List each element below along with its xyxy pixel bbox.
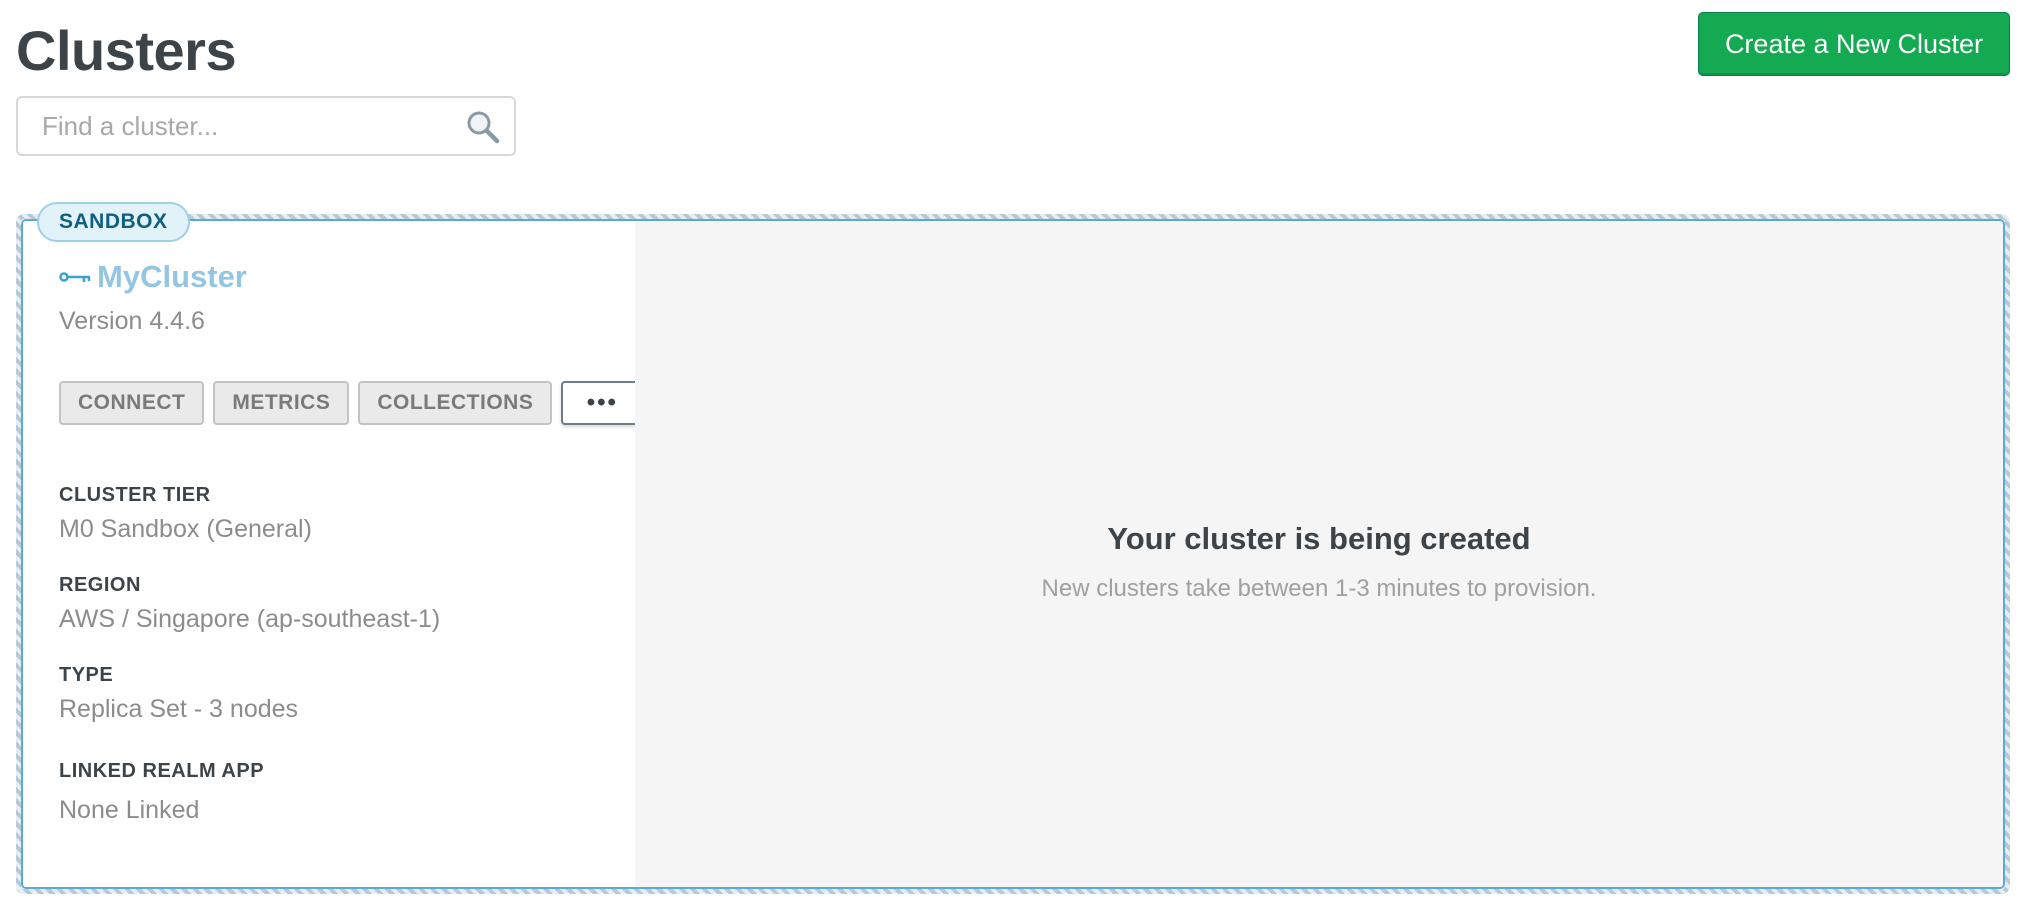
search-box <box>16 96 516 156</box>
search-input[interactable] <box>18 98 458 154</box>
cluster-card: MyCluster Version 4.4.6 CONNECT METRICS … <box>16 214 2010 894</box>
cluster-name-row[interactable]: MyCluster <box>59 259 247 295</box>
collections-button[interactable]: COLLECTIONS <box>358 381 553 425</box>
cluster-actions: CONNECT METRICS COLLECTIONS ••• <box>59 381 644 425</box>
cluster-tier-label: CLUSTER TIER <box>59 484 211 506</box>
cluster-info-panel: MyCluster Version 4.4.6 CONNECT METRICS … <box>23 221 644 887</box>
more-options-button[interactable]: ••• <box>561 381 644 425</box>
cluster-name-link[interactable]: MyCluster <box>97 259 247 295</box>
status-title: Your cluster is being created <box>1107 521 1531 556</box>
page-title: Clusters <box>16 19 237 82</box>
key-icon <box>59 272 91 282</box>
type-value: Replica Set - 3 nodes <box>59 695 299 723</box>
linked-realm-app-label: LINKED REALM APP <box>59 760 265 782</box>
type-label: TYPE <box>59 664 114 686</box>
cluster-tier-value: M0 Sandbox (General) <box>59 515 312 543</box>
cluster-status-panel: Your cluster is being created New cluste… <box>635 221 2003 887</box>
region-label: REGION <box>59 574 141 596</box>
create-cluster-button[interactable]: Create a New Cluster <box>1698 12 2010 76</box>
connect-button[interactable]: CONNECT <box>59 381 205 425</box>
linked-realm-app-value: None Linked <box>59 796 200 824</box>
metrics-button[interactable]: METRICS <box>213 381 350 425</box>
status-subtitle: New clusters take between 1-3 minutes to… <box>1041 575 1597 602</box>
clusters-page: Clusters Create a New Cluster SANDBOX My… <box>0 0 2028 910</box>
search-icon[interactable] <box>466 110 500 144</box>
region-value: AWS / Singapore (ap-southeast-1) <box>59 605 441 633</box>
cluster-version: Version 4.4.6 <box>59 307 205 335</box>
cluster-card-body: MyCluster Version 4.4.6 CONNECT METRICS … <box>21 219 2005 889</box>
sandbox-badge: SANDBOX <box>37 202 190 242</box>
